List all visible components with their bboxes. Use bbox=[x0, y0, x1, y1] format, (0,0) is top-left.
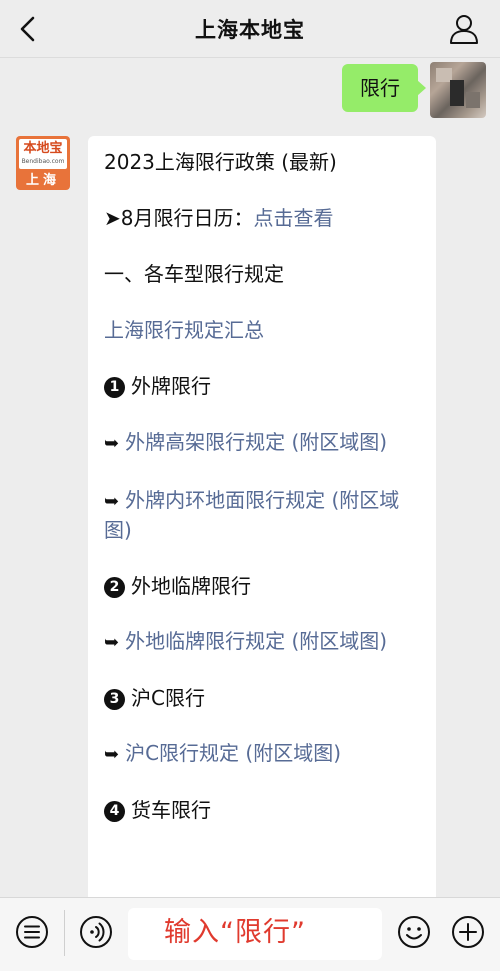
user-avatar[interactable] bbox=[430, 62, 486, 118]
number-1-icon: 1 bbox=[104, 377, 125, 398]
item-label: 外地临牌限行 bbox=[131, 574, 251, 598]
person-icon bbox=[450, 15, 478, 44]
plus-button[interactable] bbox=[450, 914, 486, 950]
bot-message-bubble: 2023上海限行政策 (最新) ➤8月限行日历：点击查看 一、各车型限行规定 上… bbox=[88, 136, 436, 916]
arrow-right-icon: ➥ bbox=[104, 433, 120, 454]
arrow-right-icon: ➥ bbox=[104, 632, 120, 653]
emoji-icon bbox=[398, 916, 430, 948]
calendar-prefix: ➤8月限行日历： bbox=[104, 206, 254, 230]
menu-list-icon bbox=[16, 916, 48, 948]
list-item: 3 沪C限行 bbox=[104, 684, 422, 712]
list-item: 1 外牌限行 bbox=[104, 372, 422, 400]
user-message-bubble[interactable]: 限行 bbox=[342, 64, 426, 112]
section-heading: 一、各车型限行规定 bbox=[104, 262, 284, 286]
page-title: 上海本地宝 bbox=[195, 18, 305, 42]
plus-icon bbox=[452, 916, 484, 948]
rule-link[interactable]: 沪C限行规定 (附区域图) bbox=[125, 741, 341, 765]
arrow-right-icon: ➥ bbox=[104, 744, 120, 765]
bot-avatar-brand: 本地宝 bbox=[23, 141, 63, 156]
rule-link[interactable]: 外牌高架限行规定 (附区域图) bbox=[125, 430, 387, 454]
bot-avatar-domain: Bendibao.com bbox=[21, 158, 65, 165]
chat-screen: 上海本地宝 限行 本地宝 Bendibao.com 上海 2023上海限行政策 … bbox=[0, 0, 500, 971]
emoji-button[interactable] bbox=[396, 914, 432, 950]
summary-link[interactable]: 上海限行规定汇总 bbox=[104, 316, 422, 344]
input-bar: 输入“限行” bbox=[0, 897, 500, 971]
voice-button[interactable] bbox=[78, 914, 114, 950]
rule-link[interactable]: 外牌内环地面限行规定 (附区域图) bbox=[104, 488, 399, 542]
list-item: 2 外地临牌限行 bbox=[104, 572, 422, 600]
message-input[interactable]: 输入“限行” bbox=[128, 908, 382, 960]
item-label: 沪C限行 bbox=[131, 686, 205, 710]
link-line: ➥ 外牌高架限行规定 (附区域图) bbox=[104, 428, 422, 458]
bot-avatar[interactable]: 本地宝 Bendibao.com 上海 bbox=[16, 136, 70, 190]
message-title: 2023上海限行政策 (最新) bbox=[104, 150, 337, 174]
item-label: 外牌限行 bbox=[131, 374, 211, 398]
list-item: 4 货车限行 bbox=[104, 796, 422, 824]
rule-link[interactable]: 外地临牌限行规定 (附区域图) bbox=[125, 629, 387, 653]
number-4-icon: 4 bbox=[104, 801, 125, 822]
bot-avatar-city: 上海 bbox=[25, 173, 60, 188]
profile-button[interactable] bbox=[448, 12, 480, 46]
item-label: 货车限行 bbox=[131, 798, 211, 822]
arrow-right-icon: ➥ bbox=[104, 491, 120, 512]
number-2-icon: 2 bbox=[104, 577, 125, 598]
calendar-line: ➤8月限行日历：点击查看 bbox=[104, 204, 422, 232]
link-line: ➥ 沪C限行规定 (附区域图) bbox=[104, 739, 422, 769]
header-bar: 上海本地宝 bbox=[0, 0, 500, 58]
number-3-icon: 3 bbox=[104, 689, 125, 710]
menu-button[interactable] bbox=[14, 914, 50, 950]
link-line: ➥ 外牌内环地面限行规定 (附区域图) bbox=[104, 486, 422, 544]
user-message-row: 限行 bbox=[342, 62, 486, 118]
calendar-link[interactable]: 点击查看 bbox=[253, 206, 333, 230]
divider bbox=[64, 910, 65, 956]
link-line: ➥ 外地临牌限行规定 (附区域图) bbox=[104, 627, 422, 657]
voice-icon bbox=[80, 916, 112, 948]
